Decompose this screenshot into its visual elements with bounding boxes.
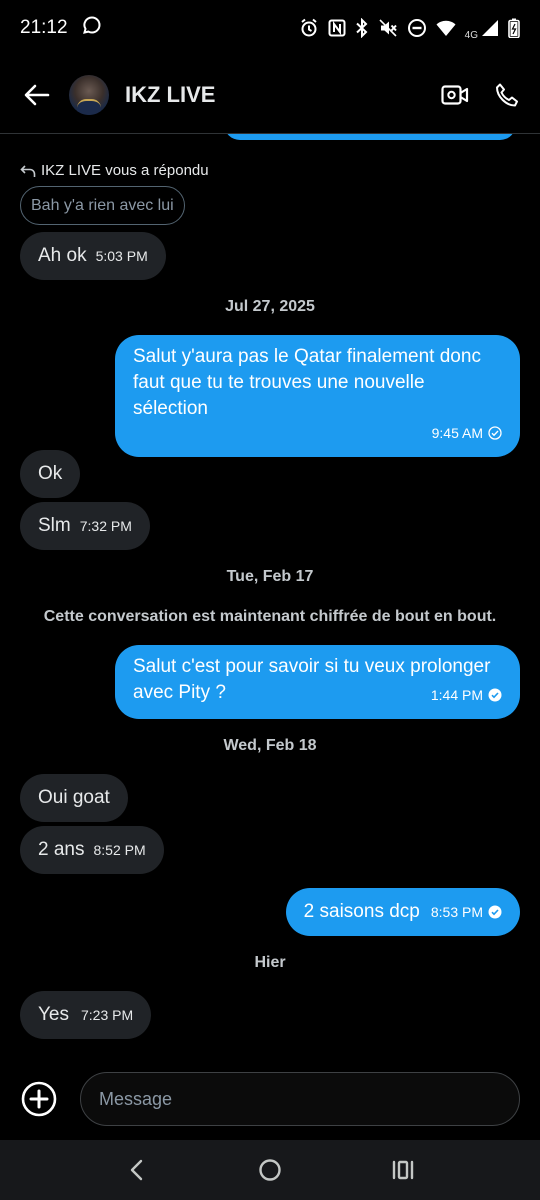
network-type: 4G [464,29,478,41]
reply-indicator-text: IKZ LIVE vous a répondu [41,162,209,179]
message-bubble-incoming[interactable]: Ah ok 5:03 PM [20,232,166,280]
wifi-icon [436,19,456,37]
message-bubble-incoming[interactable]: Ok [20,450,81,498]
previous-message-bubble[interactable] [224,134,516,140]
message-bubble-incoming[interactable]: Oui goat [20,774,128,822]
message-composer [0,1058,540,1140]
status-time: 21:12 [20,17,68,38]
reply-arrow-icon [20,164,36,177]
message-bubble-outgoing[interactable]: Salut y'aura pas le Qatar finalement don… [115,335,520,457]
nav-back-button[interactable] [117,1150,157,1190]
dnd-icon [407,18,427,38]
chat-bubble-icon [82,15,102,41]
date-separator: Jul 27, 2025 [225,298,315,315]
signal-icon [481,19,499,37]
system-navigation-bar [0,1140,540,1200]
bluetooth-icon [355,18,369,38]
back-arrow-icon [24,84,50,105]
message-text: Yes [38,1004,69,1025]
encryption-notice: Cette conversation est maintenant chiffr… [43,608,497,625]
reply-indicator: IKZ LIVE vous a répondu [20,162,209,179]
phone-call-button[interactable] [490,78,524,112]
back-button[interactable] [20,78,54,112]
message-bubble-outgoing[interactable]: Salut c'est pour savoir si tu veux prolo… [115,645,520,719]
message-time: 7:32 PM [79,518,132,534]
message-time: 7:23 PM [81,1007,134,1023]
message-bubble-incoming[interactable]: 2 ans 8:52 PM [20,826,164,874]
add-attachment-button[interactable] [20,1080,58,1118]
avatar[interactable] [69,74,109,115]
message-time: 5:03 PM [95,248,148,264]
home-circle-icon [259,1159,281,1181]
message-text: Slm [38,515,71,536]
message-list[interactable]: IKZ LIVE vous a répondu Bah y'a rien ave… [0,134,540,1058]
alarm-icon [299,18,319,38]
date-separator: Tue, Feb 17 [226,568,314,585]
date-separator: Wed, Feb 18 [223,737,317,754]
chevron-left-icon [130,1159,142,1181]
message-bubble-incoming[interactable]: Slm 7:32 PM [20,502,150,550]
sent-check-icon [488,426,502,440]
video-call-button[interactable] [438,78,472,112]
message-text: Ah ok [38,245,87,266]
message-time: 8:53 PM [430,904,483,920]
read-check-icon [488,905,502,919]
video-call-icon [441,84,469,105]
message-input[interactable] [80,1072,520,1126]
message-bubble-incoming[interactable]: Yes 7:23 PM [20,991,152,1039]
message-time: 9:45 AM [431,425,483,441]
message-text: 2 ans [38,839,85,860]
message-text: Ok [38,463,63,484]
phone-icon [496,83,518,106]
message-bubble-outgoing[interactable]: 2 saisons dcp 8:53 PM [285,888,520,936]
battery-icon [508,18,520,38]
status-bar: 21:12 4G [0,0,540,56]
date-separator: Hier [254,954,286,971]
read-check-icon [488,688,502,702]
nav-recents-button[interactable] [383,1150,423,1190]
chat-title[interactable]: IKZ LIVE [125,82,215,108]
chat-header: IKZ LIVE [0,56,540,134]
message-text: 2 saisons dcp [303,901,420,922]
message-text: Oui goat [38,787,110,808]
nav-home-button[interactable] [250,1150,290,1190]
message-time: 8:52 PM [93,842,146,858]
plus-circle-icon [21,1081,57,1117]
quoted-message[interactable]: Bah y'a rien avec lui [20,186,185,225]
nfc-icon [328,19,346,37]
message-text: Salut y'aura pas le Qatar finalement don… [133,346,481,419]
message-time: 1:44 PM [430,687,483,703]
recents-icon [393,1160,414,1180]
mute-icon [378,18,398,38]
